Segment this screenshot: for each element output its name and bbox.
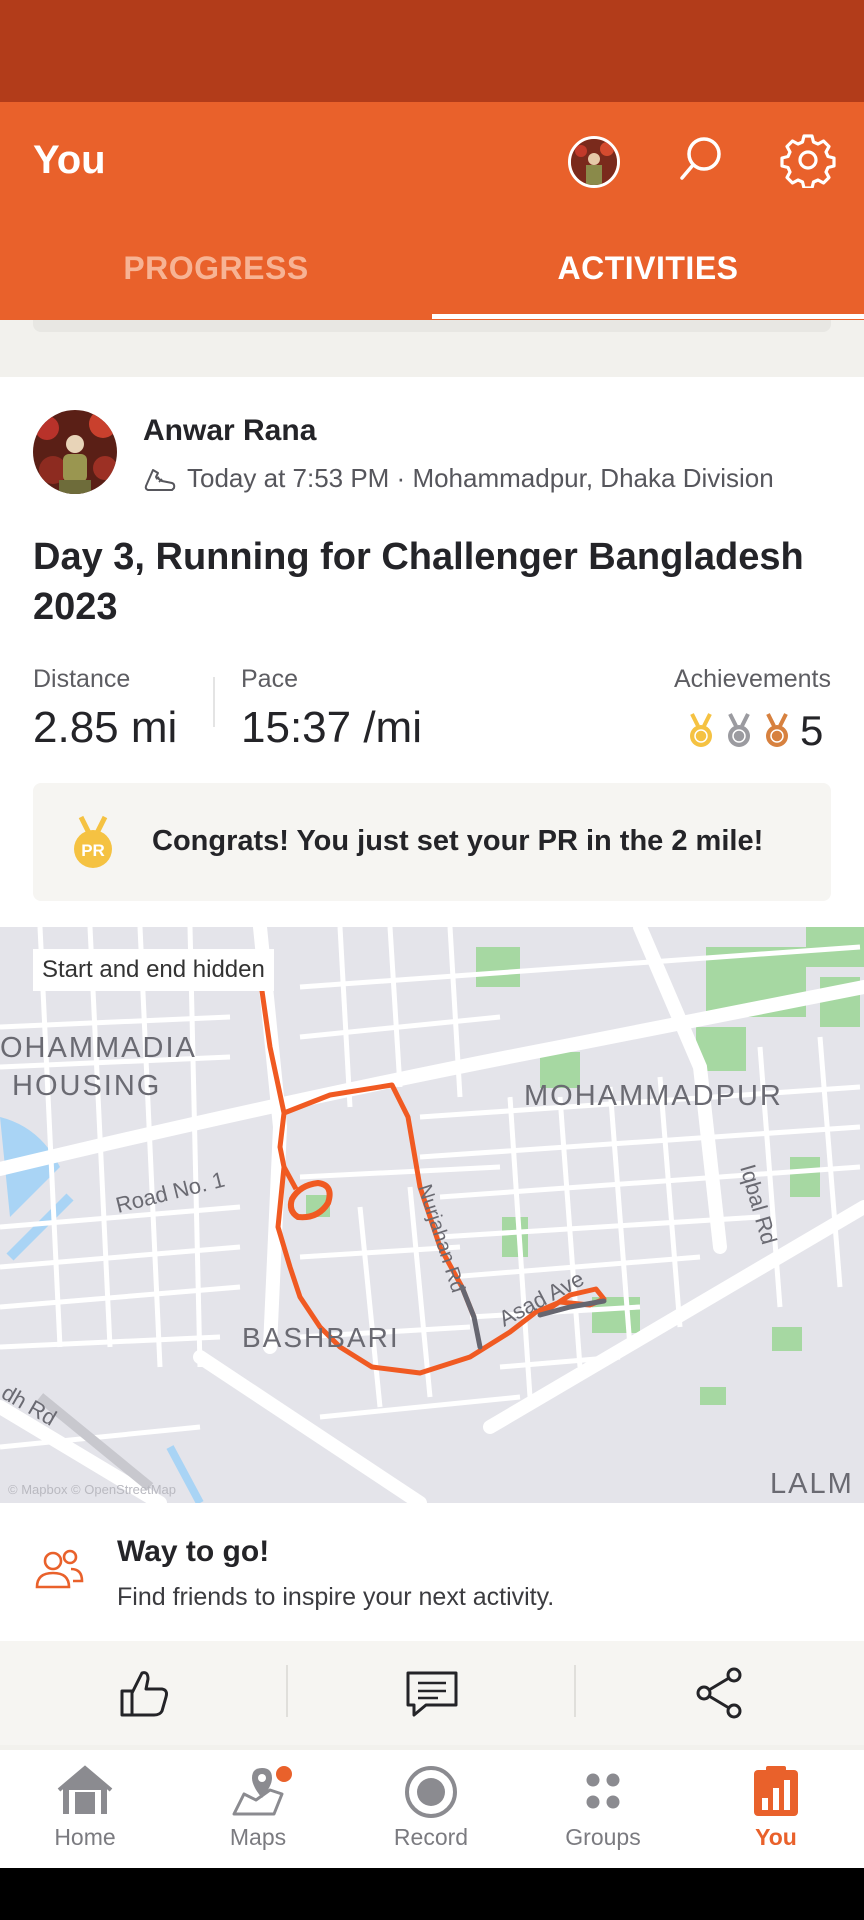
- gold-medal-icon: [690, 713, 712, 747]
- nav-maps[interactable]: Maps: [198, 1764, 318, 1851]
- activity-actions: [0, 1641, 864, 1745]
- tab-progress[interactable]: PROGRESS: [0, 250, 432, 287]
- nav-you-label: You: [755, 1824, 797, 1850]
- achievements-label: Achievements: [673, 665, 831, 693]
- shoe-icon: [144, 468, 176, 491]
- groups-icon: [586, 1773, 620, 1809]
- action-divider: [574, 1665, 576, 1717]
- find-friends-row[interactable]: Way to go! Find friends to inspire your …: [0, 1503, 864, 1641]
- stat-divider: [213, 677, 215, 727]
- athlete-avatar[interactable]: [33, 410, 117, 494]
- action-divider: [286, 1665, 288, 1717]
- map-canvas: OHAMMADIA HOUSING MOHAMMADPUR Road No. 1…: [0, 927, 864, 1503]
- map-attribution: © Mapbox © OpenStreetMap: [8, 1482, 176, 1497]
- nav-record-label: Record: [393, 1824, 469, 1850]
- distance-label: Distance: [33, 665, 131, 693]
- nav-groups[interactable]: Groups: [543, 1764, 663, 1851]
- activity-meta: Today at 7:53 PM · Mohammadpur, Dhaka Di…: [143, 463, 774, 494]
- system-nav-bar: [0, 1868, 864, 1920]
- pr-medal-icon: PR: [74, 815, 112, 868]
- tab-activities[interactable]: ACTIVITIES: [432, 250, 864, 287]
- pr-icon-text: PR: [81, 841, 105, 860]
- pace-label: Pace: [241, 665, 298, 693]
- map-label-lalm: LALM: [770, 1468, 854, 1500]
- map-label-bashbari: BASHBARI: [242, 1322, 400, 1353]
- friends-icon: [35, 1549, 84, 1589]
- map-label-mohammadia: OHAMMADIA: [0, 1032, 197, 1064]
- page-title: You: [33, 138, 106, 182]
- achievements-medals: 5: [686, 707, 823, 755]
- activity-meta-text: Today at 7:53 PM · Mohammadpur, Dhaka Di…: [187, 463, 774, 493]
- bronze-medal-icon: [766, 713, 788, 747]
- maps-notification-dot: [276, 1766, 292, 1782]
- status-bar: [0, 0, 864, 102]
- achievements-count: 5: [800, 707, 824, 754]
- nav-record[interactable]: Record: [371, 1764, 491, 1851]
- app-header: You PROGRESS ACTIVITIES: [0, 102, 864, 320]
- pr-text: Congrats! You just set your PR in the 2 …: [152, 825, 764, 857]
- way-to-go-subtitle: Find friends to inspire your next activi…: [117, 1583, 555, 1611]
- route-map[interactable]: OHAMMADIA HOUSING MOHAMMADPUR Road No. 1…: [0, 927, 864, 1503]
- pr-banner[interactable]: PR Congrats! You just set your PR in the…: [33, 783, 831, 901]
- map-label-housing: HOUSING: [12, 1070, 161, 1102]
- search-icon[interactable]: [672, 132, 728, 188]
- nav-home[interactable]: Home: [25, 1764, 145, 1851]
- distance-value: 2.85 mi: [33, 703, 178, 752]
- pace-value: 15:37 /mi: [241, 703, 422, 752]
- active-tab-indicator: [432, 314, 864, 319]
- comment-icon[interactable]: [402, 1663, 462, 1723]
- nav-home-label: Home: [54, 1824, 116, 1850]
- bottom-nav: Home Maps Record Groups You: [0, 1750, 864, 1868]
- gear-icon[interactable]: [780, 132, 836, 188]
- record-icon: [405, 1766, 457, 1818]
- kudos-thumbs-up-icon[interactable]: [114, 1663, 174, 1723]
- activity-card[interactable]: Anwar Rana Today at 7:53 PM · Mohammadpu…: [0, 377, 864, 1641]
- home-icon: [57, 1765, 113, 1814]
- activity-title[interactable]: Day 3, Running for Challenger Bangladesh…: [33, 532, 833, 632]
- nav-groups-label: Groups: [565, 1824, 641, 1850]
- silver-medal-icon: [728, 713, 750, 747]
- nav-maps-label: Maps: [229, 1824, 287, 1850]
- share-icon[interactable]: [690, 1663, 750, 1723]
- map-label-mohammadpur: MOHAMMADPUR: [524, 1080, 783, 1112]
- you-icon: [754, 1766, 798, 1816]
- previous-card-edge: [33, 320, 831, 332]
- nav-you[interactable]: You: [716, 1764, 836, 1851]
- start-end-hidden-label: Start and end hidden: [33, 949, 274, 991]
- profile-avatar[interactable]: [568, 136, 620, 188]
- way-to-go-title: Way to go!: [117, 1535, 270, 1568]
- athlete-name[interactable]: Anwar Rana: [143, 414, 316, 448]
